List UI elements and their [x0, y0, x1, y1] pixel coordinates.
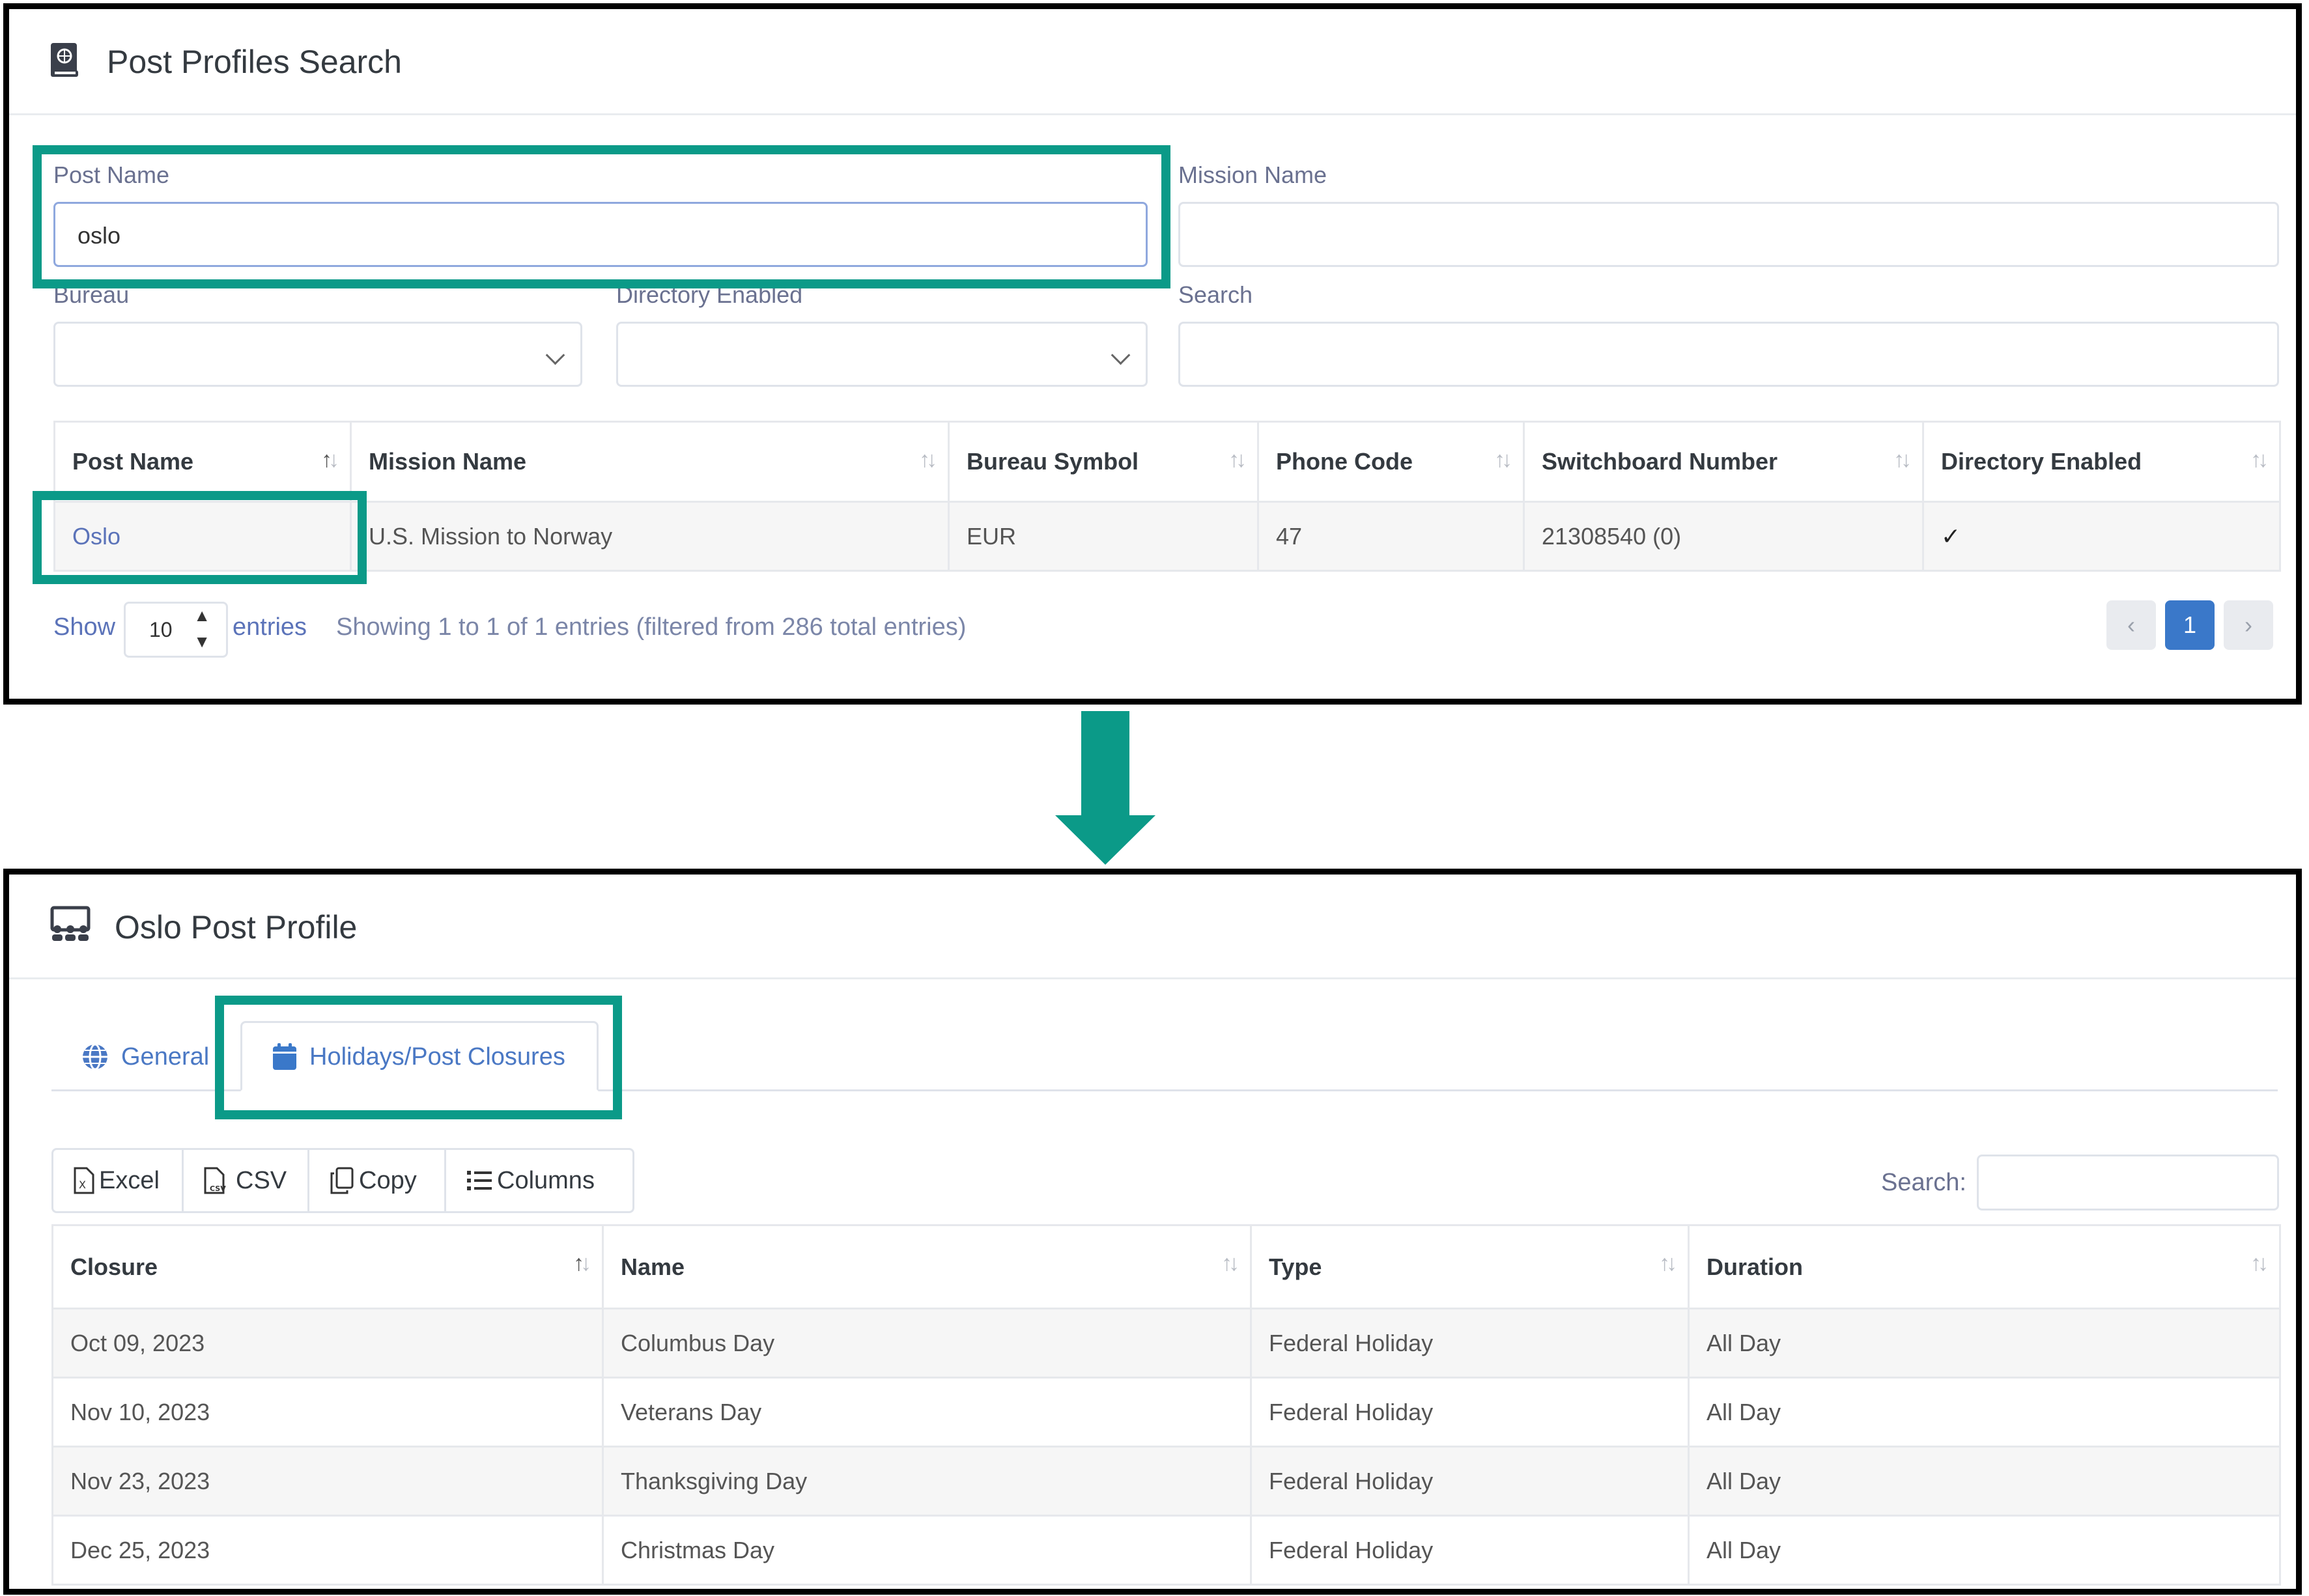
table-header-row: Closure ↑↓ Name ↑↓ Type ↑↓ Duration ↑↓	[51, 1224, 2281, 1309]
directory-enabled-select[interactable]	[616, 322, 1148, 387]
column-header-type[interactable]: Type ↑↓	[1250, 1224, 1690, 1309]
chevron-down-icon	[545, 345, 565, 365]
column-header-closure[interactable]: Closure ↑↓	[51, 1224, 604, 1309]
file-csv-icon: CSV	[204, 1167, 226, 1194]
page-title: Post Profiles Search	[107, 44, 402, 80]
table-row: Nov 10, 2023 Veterans Day Federal Holida…	[51, 1377, 2281, 1448]
table-search-label: Search:	[1881, 1169, 1966, 1196]
columns-button[interactable]: Columns	[446, 1150, 632, 1211]
duration-cell: All Day	[1688, 1377, 2281, 1448]
search-label: Search	[1178, 281, 1253, 308]
oslo-post-profile-panel: Oslo Post Profile General Holidays/Post …	[3, 869, 2302, 1595]
sort-icon: ↑↓	[919, 447, 937, 472]
table-info-text: Showing 1 to 1 of 1 entries (filtered fr…	[336, 613, 967, 641]
sort-asc-icon: ↑↓	[321, 447, 339, 472]
oslo-link-highlight	[33, 491, 367, 584]
arrow-down-icon	[1055, 815, 1155, 865]
column-header-duration[interactable]: Duration ↑↓	[1688, 1224, 2281, 1309]
post-name-highlight	[33, 145, 1170, 288]
arrow-shaft	[1081, 711, 1129, 817]
table-row: Oslo U.S. Mission to Norway EUR 47 21308…	[53, 501, 2281, 572]
panel-header: Post Profiles Search	[9, 9, 2296, 115]
holiday-type-cell: Federal Holiday	[1250, 1377, 1690, 1448]
column-header-post-name[interactable]: Post Name ↑↓	[53, 421, 352, 503]
copy-icon	[330, 1167, 354, 1194]
globe-icon	[83, 1043, 107, 1071]
duration-cell: All Day	[1688, 1515, 2281, 1586]
mission-name-input[interactable]	[1178, 202, 2279, 267]
tab-general[interactable]: General	[81, 1037, 209, 1076]
pager-page-1-button[interactable]: 1	[2165, 600, 2215, 650]
passport-icon	[48, 42, 81, 81]
column-header-bureau-symbol[interactable]: Bureau Symbol ↑↓	[948, 421, 1259, 503]
excel-button[interactable]: X Excel	[53, 1150, 184, 1211]
closures-table: Closure ↑↓ Name ↑↓ Type ↑↓ Duration ↑↓ Oct 0…	[51, 1224, 2281, 1586]
bureau-symbol-cell: EUR	[948, 501, 1259, 572]
tab-general-label: General	[121, 1043, 210, 1071]
column-header-switchboard-number[interactable]: Switchboard Number ↑↓	[1523, 421, 1924, 503]
file-excel-icon: X	[74, 1167, 94, 1194]
table-row: Dec 25, 2023 Christmas Day Federal Holid…	[51, 1515, 2281, 1586]
search-input[interactable]	[1178, 322, 2279, 387]
sort-icon: ↑↓	[1494, 447, 1512, 472]
holiday-type-cell: Federal Holiday	[1250, 1515, 1690, 1586]
directory-enabled-check-icon: ✓	[1922, 501, 2281, 572]
closure-date-cell: Oct 09, 2023	[51, 1308, 604, 1379]
chevron-down-icon	[1111, 345, 1131, 365]
holiday-type-cell: Federal Holiday	[1250, 1446, 1690, 1517]
svg-text:X: X	[79, 1179, 86, 1191]
sort-asc-icon: ↑↓	[573, 1251, 591, 1276]
table-header-row: Post Name ↑↓ Mission Name ↑↓ Bureau Symbol…	[53, 421, 2281, 503]
entries-per-page-value: 10	[149, 618, 173, 641]
sort-icon: ↑↓	[1228, 447, 1247, 472]
svg-text:CSV: CSV	[210, 1184, 226, 1193]
panel-header: Oslo Post Profile	[9, 875, 2296, 979]
table-row: Oct 09, 2023 Columbus Day Federal Holida…	[51, 1308, 2281, 1379]
copy-button[interactable]: Copy	[309, 1150, 446, 1211]
csv-button[interactable]: CSV CSV	[184, 1150, 309, 1211]
show-label: Show	[53, 613, 116, 641]
presentation-icon	[50, 906, 91, 947]
holiday-name-cell: Christmas Day	[602, 1515, 1252, 1586]
holidays-tab-highlight	[215, 996, 622, 1119]
holiday-name-cell: Thanksgiving Day	[602, 1446, 1252, 1517]
switchboard-number-cell: 21308540 (0)	[1523, 501, 1924, 572]
page-title: Oslo Post Profile	[115, 909, 358, 945]
column-header-directory-enabled[interactable]: Directory Enabled ↑↓	[1922, 421, 2281, 503]
post-results-table: Post Name ↑↓ Mission Name ↑↓ Bureau Symbol…	[53, 421, 2281, 572]
sort-icon: ↑↓	[2250, 447, 2269, 472]
entries-label: entries	[233, 613, 307, 641]
column-header-phone-code[interactable]: Phone Code ↑↓	[1257, 421, 1525, 503]
sort-icon: ↑↓	[1659, 1251, 1677, 1276]
sort-icon: ↑↓	[1221, 1251, 1239, 1276]
duration-cell: All Day	[1688, 1446, 2281, 1517]
table-search-input[interactable]	[1977, 1155, 2279, 1211]
pager-next-button[interactable]: ›	[2224, 600, 2273, 650]
column-header-mission-name[interactable]: Mission Name ↑↓	[350, 421, 950, 503]
holiday-type-cell: Federal Holiday	[1250, 1308, 1690, 1379]
pager-previous-button[interactable]: ‹	[2106, 600, 2156, 650]
closure-date-cell: Nov 23, 2023	[51, 1446, 604, 1517]
closure-date-cell: Dec 25, 2023	[51, 1515, 604, 1586]
sort-icon: ↑↓	[1893, 447, 1912, 472]
column-header-name[interactable]: Name ↑↓	[602, 1224, 1252, 1309]
phone-code-cell: 47	[1257, 501, 1525, 572]
duration-cell: All Day	[1688, 1308, 2281, 1379]
table-row: Nov 23, 2023 Thanksgiving Day Federal Ho…	[51, 1446, 2281, 1517]
sort-updown-icon: ▲ ▼	[193, 606, 210, 651]
export-button-group: X Excel CSV CSV Copy Columns	[51, 1148, 634, 1213]
holiday-name-cell: Columbus Day	[602, 1308, 1252, 1379]
bureau-select[interactable]	[53, 322, 582, 387]
mission-name-cell: U.S. Mission to Norway	[350, 501, 950, 572]
holiday-name-cell: Veterans Day	[602, 1377, 1252, 1448]
list-icon	[467, 1171, 492, 1190]
closure-date-cell: Nov 10, 2023	[51, 1377, 604, 1448]
sort-icon: ↑↓	[2250, 1251, 2269, 1276]
mission-name-label: Mission Name	[1178, 161, 1327, 188]
entries-per-page-select[interactable]: 10 ▲ ▼	[124, 602, 228, 658]
post-profiles-search-panel: Post Profiles Search Post Name oslo Miss…	[3, 3, 2302, 705]
